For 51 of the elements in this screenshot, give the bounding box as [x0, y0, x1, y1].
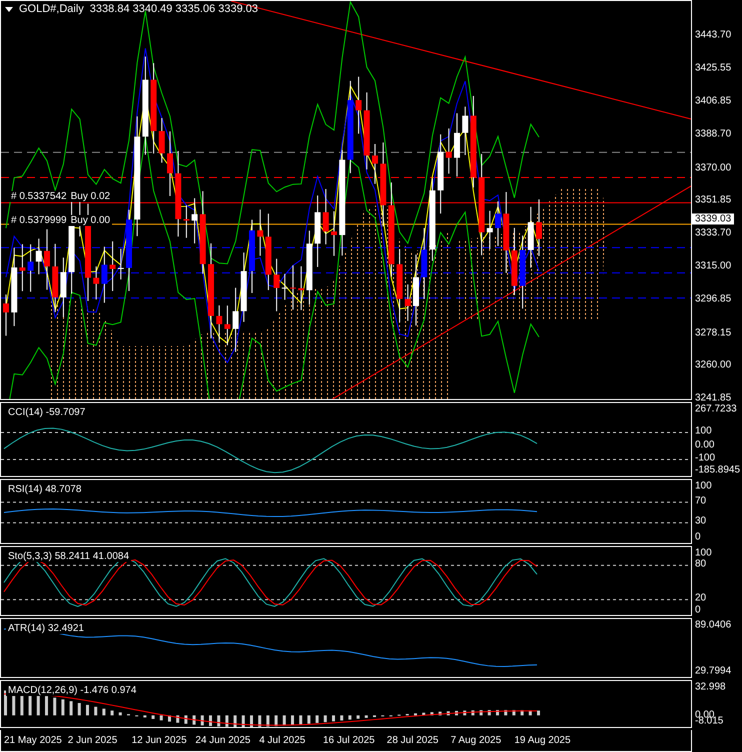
indicator-axis-label: -100	[695, 452, 716, 464]
indicator-axis-label: 80	[695, 558, 706, 570]
indicator-axis-label: 32.998	[695, 682, 726, 693]
date-axis-label: 2 Jun 2025	[68, 735, 118, 746]
indicator-axis-label: -185.8945	[695, 464, 740, 476]
price-axis-label: 3443.70	[695, 30, 732, 40]
indicator-axis-label: 100	[695, 480, 712, 492]
indicator-axis-label: 0.00	[695, 439, 714, 450]
indicator-title: MACD(12,26,9) -1.476 0.974	[6, 685, 138, 696]
ohlc-values: 3338.84 3340.49 3335.06 3339.03	[90, 3, 258, 15]
indicator-title: ATR(14) 32.4921	[6, 623, 86, 634]
date-axis-label: 12 Jun 2025	[132, 735, 188, 746]
order-action: Buy 0.02	[70, 191, 110, 202]
indicator-axis-label: -8.015	[695, 716, 724, 727]
indicator-axis-label: 100	[695, 426, 712, 437]
price-axis-label: 3278.15	[695, 327, 732, 338]
indicator-axis-label: 100	[695, 547, 712, 558]
price-axis-label: 3425.55	[695, 62, 732, 74]
date-axis-label: 19 Aug 2025	[514, 735, 572, 746]
price-axis-label: 3315.00	[695, 260, 732, 272]
indicator-axis-label: 20	[695, 592, 706, 604]
price-axis-label: 3241.85	[695, 392, 732, 404]
indicator-axis-label: 89.0406	[695, 620, 732, 631]
indicator-axis-label: 29.7994	[695, 666, 732, 677]
indicator-axis-label: 267.7233	[695, 403, 737, 414]
date-axis-label: 24 Jun 2025	[195, 735, 252, 746]
indicator-title: CCI(14) -59.7097	[6, 406, 88, 418]
indicator-axis-label: 0	[695, 604, 701, 616]
price-axis-label: 3351.85	[695, 194, 732, 206]
price-axis-label: 3388.70	[695, 128, 732, 140]
symbol-label: GOLD#,Daily	[19, 3, 84, 15]
price-axis-label: 3296.85	[695, 294, 732, 305]
date-axis-label: 4 Jul 2025	[259, 735, 306, 746]
dropdown-icon[interactable]	[5, 6, 13, 12]
price-axis-label: 3260.00	[695, 360, 732, 371]
order-action: Buy 0.00	[70, 215, 110, 226]
indicator-title: RSI(14) 48.7078	[6, 484, 84, 495]
indicator-axis-label: 0	[695, 531, 701, 542]
date-axis-label: 7 Aug 2025	[450, 735, 502, 746]
date-axis-label: 16 Jul 2025	[322, 735, 376, 746]
indicator-axis-label: 30	[695, 516, 706, 527]
indicator-title: Sto(5,3,3) 58.2411 41.0084	[6, 550, 132, 562]
price-axis-label: 3370.00	[695, 162, 732, 174]
order-ticket: # 0.5337542	[11, 191, 67, 202]
indicator-axis-label: 70	[695, 496, 706, 507]
date-axis-label: 28 Jul 2025	[386, 735, 440, 746]
price-axis-label: 3406.85	[695, 96, 732, 107]
current-price-label: 3339.03	[692, 214, 734, 225]
price-axis-label: 3333.70	[695, 227, 732, 238]
date-axis-label: 21 May 2025	[4, 735, 63, 746]
order-ticket: # 0.5379999	[11, 215, 67, 226]
